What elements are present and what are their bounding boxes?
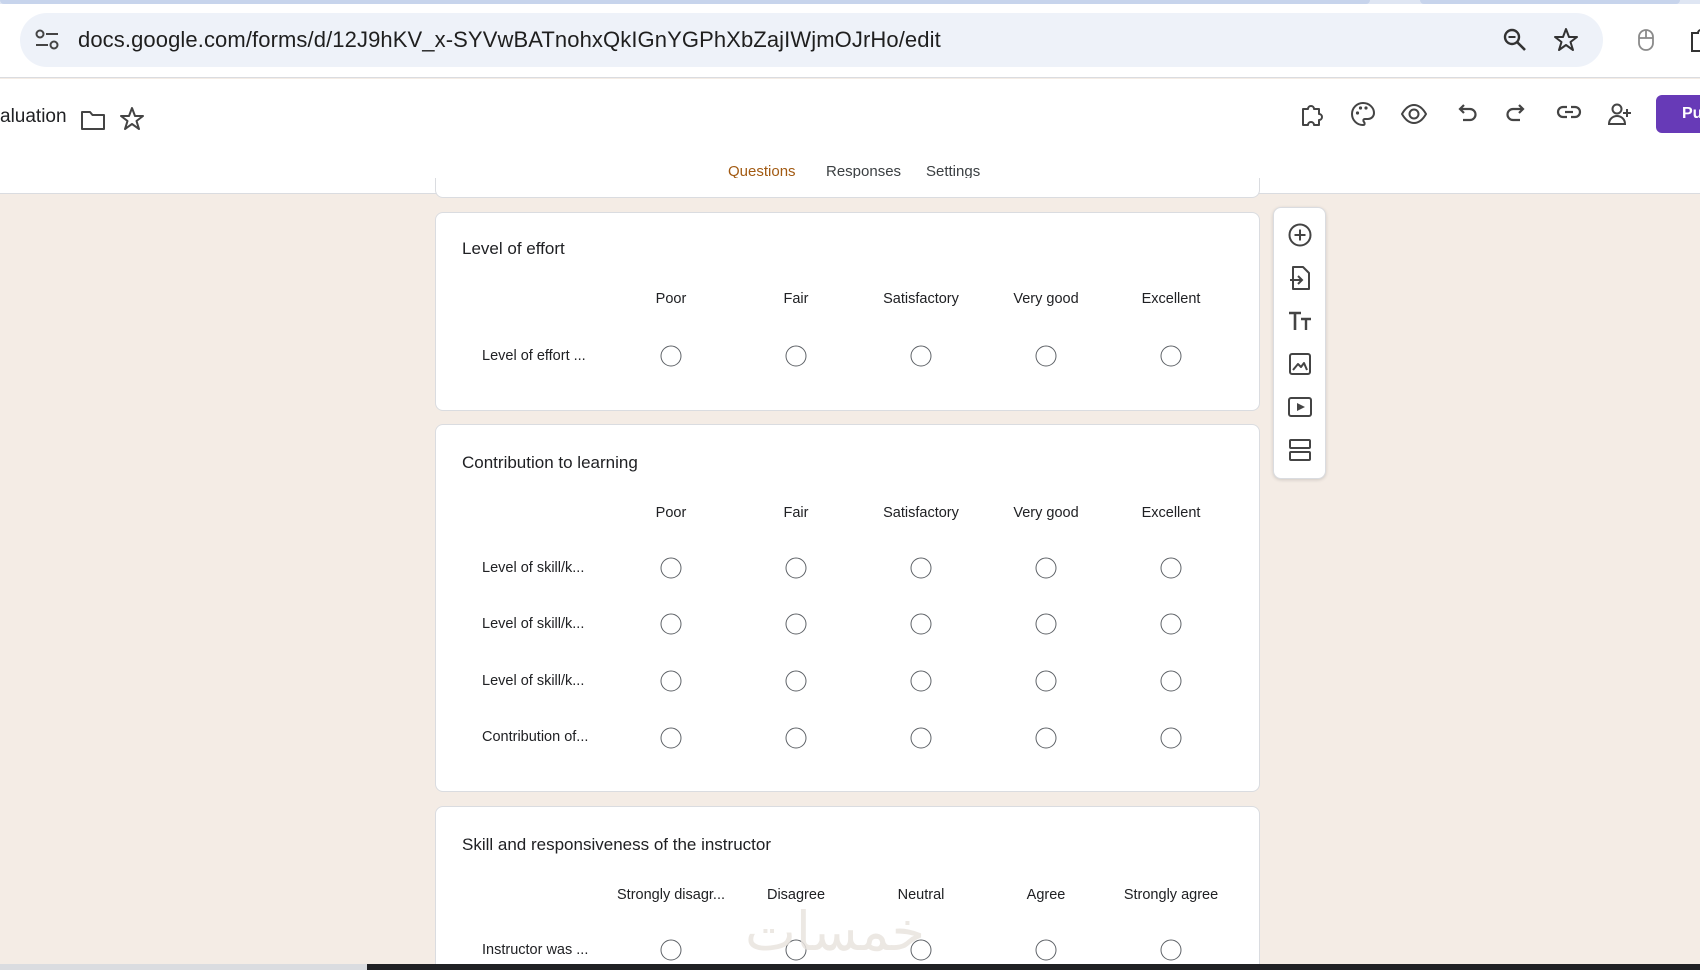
radio-option[interactable]: [785, 613, 807, 635]
question-card[interactable]: Level of effort Poor Fair Satisfactory V…: [435, 212, 1260, 411]
row-label: Level of skill/k...: [482, 616, 585, 632]
taskbar-strip: [0, 964, 1700, 970]
radio-option[interactable]: [910, 727, 932, 749]
folder-icon[interactable]: [80, 107, 106, 133]
undo-icon[interactable]: [1453, 101, 1479, 127]
radio-option[interactable]: [1035, 345, 1057, 367]
column-label: Agree: [1026, 887, 1066, 903]
radio-option[interactable]: [660, 613, 682, 635]
column-label: Poor: [655, 505, 687, 521]
radio-option[interactable]: [1160, 613, 1182, 635]
redo-icon[interactable]: [1504, 101, 1530, 127]
radio-option[interactable]: [1160, 670, 1182, 692]
url-text[interactable]: docs.google.com/forms/d/12J9hKV_x-SYVwBA…: [78, 27, 941, 53]
tab-strip: [0, 0, 1700, 4]
radio-option[interactable]: [785, 345, 807, 367]
question-title[interactable]: Contribution to learning: [462, 453, 638, 473]
column-label: Fair: [783, 291, 809, 307]
link-icon[interactable]: [1556, 99, 1582, 125]
column-label: Satisfactory: [883, 291, 959, 307]
radio-option[interactable]: [910, 557, 932, 579]
column-label: Excellent: [1141, 505, 1201, 521]
column-label: Very good: [1013, 505, 1079, 521]
radio-option[interactable]: [660, 727, 682, 749]
radio-option[interactable]: [1160, 345, 1182, 367]
publish-button[interactable]: Pu: [1656, 95, 1700, 133]
watermark-logo: خمسات: [745, 900, 926, 963]
site-settings-icon[interactable]: [34, 28, 60, 52]
question-card[interactable]: Contribution to learning Poor Fair Satis…: [435, 424, 1260, 792]
radio-option[interactable]: [785, 557, 807, 579]
radio-option[interactable]: [1035, 613, 1057, 635]
column-label: Excellent: [1141, 291, 1201, 307]
radio-option[interactable]: [660, 557, 682, 579]
browser-toolbar: docs.google.com/forms/d/12J9hKV_x-SYVwBA…: [0, 0, 1700, 78]
column-label: Strongly agree: [1123, 887, 1219, 903]
form-title[interactable]: aluation: [0, 106, 67, 128]
forms-header: aluation Pu Questions Responses Settings: [0, 79, 1700, 194]
radio-option[interactable]: [1160, 557, 1182, 579]
palette-icon[interactable]: [1350, 101, 1376, 127]
radio-option[interactable]: [1035, 557, 1057, 579]
address-bar[interactable]: docs.google.com/forms/d/12J9hKV_x-SYVwBA…: [20, 13, 1603, 67]
row-label: Level of skill/k...: [482, 673, 585, 689]
row-label: Instructor was ...: [482, 942, 589, 958]
star-icon[interactable]: [119, 106, 145, 132]
radio-option[interactable]: [660, 345, 682, 367]
extensions-puzzle-icon[interactable]: [1690, 27, 1700, 53]
extension-mouse-icon[interactable]: [1634, 27, 1658, 53]
radio-option[interactable]: [910, 345, 932, 367]
add-section-icon[interactable]: [1287, 437, 1313, 463]
column-label: Strongly disagr...: [617, 887, 725, 903]
radio-option[interactable]: [785, 727, 807, 749]
row-label: Level of skill/k...: [482, 560, 585, 576]
radio-option[interactable]: [1035, 670, 1057, 692]
radio-option[interactable]: [785, 670, 807, 692]
previous-question-card: [435, 178, 1260, 198]
radio-option[interactable]: [910, 613, 932, 635]
column-label: Fair: [783, 505, 809, 521]
radio-option[interactable]: [1160, 727, 1182, 749]
row-label: Contribution of...: [482, 729, 589, 745]
add-video-icon[interactable]: [1287, 394, 1313, 420]
import-questions-icon[interactable]: [1287, 265, 1313, 291]
radio-option[interactable]: [1160, 939, 1182, 961]
preview-eye-icon[interactable]: [1401, 101, 1427, 127]
row-label: Level of effort ...: [482, 348, 586, 364]
add-question-icon[interactable]: [1287, 222, 1313, 248]
radio-option[interactable]: [660, 939, 682, 961]
radio-option[interactable]: [660, 670, 682, 692]
bookmark-star-icon[interactable]: [1553, 27, 1579, 53]
addons-puzzle-icon[interactable]: [1299, 101, 1325, 127]
add-title-icon[interactable]: [1287, 308, 1313, 334]
radio-option[interactable]: [1035, 727, 1057, 749]
column-label: Poor: [655, 291, 687, 307]
floating-toolbar: [1273, 207, 1326, 479]
column-label: Satisfactory: [883, 505, 959, 521]
radio-option[interactable]: [910, 670, 932, 692]
question-title[interactable]: Skill and responsiveness of the instruct…: [462, 835, 771, 855]
add-collaborator-icon[interactable]: [1607, 101, 1633, 127]
zoom-icon[interactable]: [1502, 27, 1528, 53]
question-title[interactable]: Level of effort: [462, 239, 565, 259]
column-label: Very good: [1013, 291, 1079, 307]
radio-option[interactable]: [1035, 939, 1057, 961]
add-image-icon[interactable]: [1287, 351, 1313, 377]
